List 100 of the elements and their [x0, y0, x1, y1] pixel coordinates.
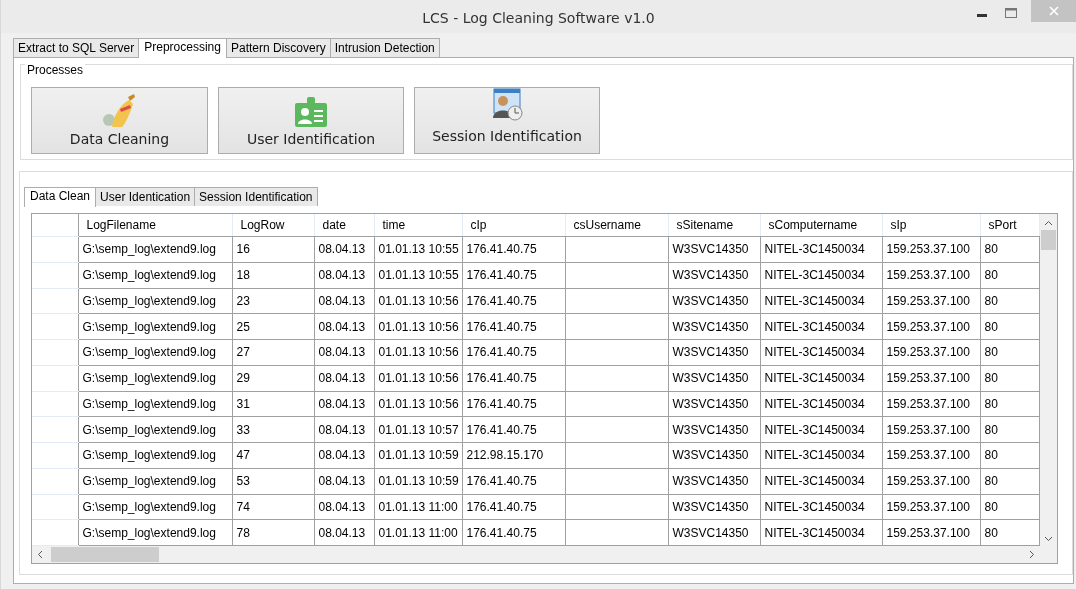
tab[interactable]: Intrusion Detection: [329, 38, 440, 57]
maximize-icon[interactable]: [1005, 8, 1017, 18]
row-header[interactable]: [32, 313, 78, 340]
column-header[interactable]: LogFilename: [78, 214, 232, 237]
table-cell: W3SVC14350: [668, 468, 760, 494]
table-cell: 80: [980, 391, 1039, 417]
column-header[interactable]: sPort: [980, 214, 1039, 237]
group-title: Processes: [25, 63, 86, 77]
table-cell: 01.01.13 10:56: [374, 339, 462, 366]
scroll-left-icon[interactable]: [37, 550, 43, 559]
minimize-icon[interactable]: [977, 14, 987, 17]
close-button[interactable]: [1031, 0, 1076, 22]
table-cell: NITEL-3C1450034: [760, 468, 882, 494]
user-clock-icon: [490, 88, 524, 122]
scroll-up-icon[interactable]: [1043, 220, 1053, 226]
column-header[interactable]: sSitename: [668, 214, 760, 237]
table-cell: 176.41.40.75: [462, 313, 565, 340]
table-cell: 08.04.13: [314, 519, 374, 546]
id-card-icon: [293, 95, 329, 129]
table-cell: 176.41.40.75: [462, 288, 565, 314]
table-cell: 27: [232, 339, 314, 366]
row-header[interactable]: [32, 416, 78, 443]
table-cell: 80: [980, 494, 1039, 520]
table-cell: 80: [980, 442, 1039, 469]
table-cell: G:\semp_log\extend9.log: [78, 313, 232, 340]
table-cell: W3SVC14350: [668, 313, 760, 340]
table-cell: 01.01.13 11:00: [374, 494, 462, 520]
row-header[interactable]: [32, 365, 78, 391]
table-cell: 159.253.37.100: [882, 288, 980, 314]
scroll-down-icon[interactable]: [1043, 536, 1053, 542]
table-cell: 53: [232, 468, 314, 494]
column-header[interactable]: time: [374, 214, 462, 237]
table-cell: 01.01.13 10:56: [374, 288, 462, 314]
table-cell: NITEL-3C1450034: [760, 288, 882, 314]
table-cell: 212.98.15.170: [462, 442, 565, 469]
table-cell: 78: [232, 519, 314, 546]
table-cell: W3SVC14350: [668, 236, 760, 263]
table-cell: 80: [980, 519, 1039, 546]
row-header[interactable]: [32, 288, 78, 314]
process-button[interactable]: User Identification: [218, 87, 404, 154]
scroll-right-icon[interactable]: [1029, 550, 1035, 559]
row-header[interactable]: [32, 236, 78, 263]
table-cell: 08.04.13: [314, 468, 374, 494]
row-header[interactable]: [32, 391, 78, 417]
table-cell: 01.01.13 11:00: [374, 519, 462, 546]
horizontal-scrollbar[interactable]: [32, 546, 1057, 563]
table-cell: NITEL-3C1450034: [760, 391, 882, 417]
column-header[interactable]: date: [314, 214, 374, 237]
table-cell: NITEL-3C1450034: [760, 519, 882, 546]
row-header[interactable]: [32, 468, 78, 494]
table-cell: 01.01.13 10:55: [374, 236, 462, 263]
table-cell: 80: [980, 313, 1039, 340]
table-cell: 159.253.37.100: [882, 468, 980, 494]
table-cell: 80: [980, 365, 1039, 391]
tab[interactable]: Extract to SQL Server: [13, 38, 140, 57]
table-cell: 159.253.37.100: [882, 262, 980, 288]
table-cell: 47: [232, 442, 314, 469]
table-cell: 176.41.40.75: [462, 468, 565, 494]
table-cell: W3SVC14350: [668, 416, 760, 443]
column-header[interactable]: csUsername: [565, 214, 668, 237]
row-header[interactable]: [32, 494, 78, 520]
table-cell: 176.41.40.75: [462, 494, 565, 520]
table-cell: G:\semp_log\extend9.log: [78, 262, 232, 288]
table-cell: 23: [232, 288, 314, 314]
tab[interactable]: Data Clean: [24, 187, 97, 207]
table-cell: NITEL-3C1450034: [760, 339, 882, 366]
table-cell: 74: [232, 494, 314, 520]
row-header[interactable]: [32, 339, 78, 366]
process-button[interactable]: Data Cleaning: [31, 87, 208, 154]
table-cell: 176.41.40.75: [462, 339, 565, 366]
column-header[interactable]: cIp: [462, 214, 565, 237]
table-cell: G:\semp_log\extend9.log: [78, 365, 232, 391]
table-cell: 29: [232, 365, 314, 391]
table-cell: W3SVC14350: [668, 339, 760, 366]
tab[interactable]: Pattern Discovery: [226, 38, 331, 57]
scroll-thumb[interactable]: [51, 547, 159, 562]
table-cell: 18: [232, 262, 314, 288]
close-icon: [1048, 6, 1059, 16]
table-cell: G:\semp_log\extend9.log: [78, 519, 232, 546]
column-header[interactable]: LogRow: [232, 214, 314, 237]
column-header[interactable]: sComputername: [760, 214, 882, 237]
tab[interactable]: Session Identification: [194, 187, 318, 206]
tab[interactable]: Preprocessing: [138, 38, 227, 58]
process-button[interactable]: Session Identification: [414, 87, 600, 154]
row-header[interactable]: [32, 262, 78, 288]
table-cell: NITEL-3C1450034: [760, 494, 882, 520]
tab[interactable]: User Identication: [95, 187, 196, 206]
table-cell: 01.01.13 10:56: [374, 365, 462, 391]
table-cell: 25: [232, 313, 314, 340]
row-header[interactable]: [32, 442, 78, 469]
column-header[interactable]: sIp: [882, 214, 980, 237]
scroll-thumb[interactable]: [1040, 230, 1056, 250]
table-cell: 176.41.40.75: [462, 416, 565, 443]
table-cell: 159.253.37.100: [882, 416, 980, 443]
table-cell: 08.04.13: [314, 416, 374, 443]
table-cell: 01.01.13 10:56: [374, 313, 462, 340]
table-cell: 08.04.13: [314, 365, 374, 391]
table-cell: G:\semp_log\extend9.log: [78, 236, 232, 263]
table-cell: 08.04.13: [314, 236, 374, 263]
table-cell: 159.253.37.100: [882, 313, 980, 340]
